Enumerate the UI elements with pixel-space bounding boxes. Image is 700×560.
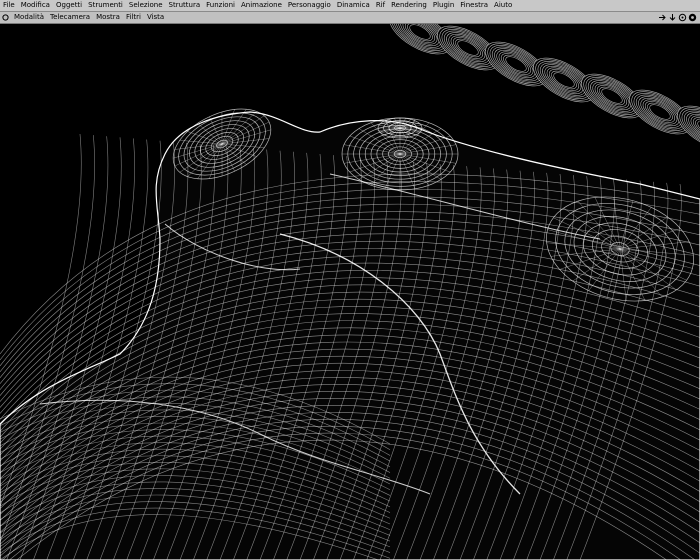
panel-menu-modalit-[interactable]: Modalità xyxy=(11,12,47,23)
main-menubar: File Modifica Oggetti Strumenti Selezione Str… xyxy=(0,0,700,12)
camera-icon[interactable] xyxy=(2,14,9,21)
menu-funzioni[interactable]: Funzioni xyxy=(203,0,238,11)
menu-finestra[interactable]: Finestra xyxy=(457,0,491,11)
viewport-panel-toolbar: Modalità Telecamera Mostra Filtri Vista xyxy=(0,12,700,24)
menu-selezione[interactable]: Selezione xyxy=(126,0,166,11)
menu-aiuto[interactable]: Aiuto xyxy=(491,0,515,11)
menu-rendering[interactable]: Rendering xyxy=(388,0,430,11)
menu-rif[interactable]: Rif xyxy=(373,0,388,11)
menu-dinamica[interactable]: Dinamica xyxy=(334,0,373,11)
panel-menu-vista[interactable]: Vista xyxy=(144,12,167,23)
menu-strumenti[interactable]: Strumenti xyxy=(85,0,126,11)
3d-viewport-wireframe[interactable] xyxy=(0,24,700,560)
menu-file[interactable]: File xyxy=(0,0,18,11)
menu-personaggio[interactable]: Personaggio xyxy=(285,0,334,11)
panel-menu-mostra[interactable]: Mostra xyxy=(93,12,123,23)
menu-modifica[interactable]: Modifica xyxy=(18,0,53,11)
arrow-down-icon[interactable] xyxy=(668,13,677,22)
wireframe-mesh xyxy=(0,24,700,560)
menu-animazione[interactable]: Animazione xyxy=(238,0,285,11)
body-silhouette xyxy=(0,111,700,560)
menu-plugin[interactable]: Plugin xyxy=(430,0,457,11)
target-icon[interactable] xyxy=(678,13,687,22)
panel-menu-telecamera[interactable]: Telecamera xyxy=(47,12,93,23)
menu-oggetti[interactable]: Oggetti xyxy=(53,0,85,11)
arrow-right-icon[interactable] xyxy=(658,13,667,22)
panel-menu-filtri[interactable]: Filtri xyxy=(123,12,144,23)
zoom-icon[interactable] xyxy=(688,13,697,22)
menu-struttura[interactable]: Struttura xyxy=(166,0,204,11)
